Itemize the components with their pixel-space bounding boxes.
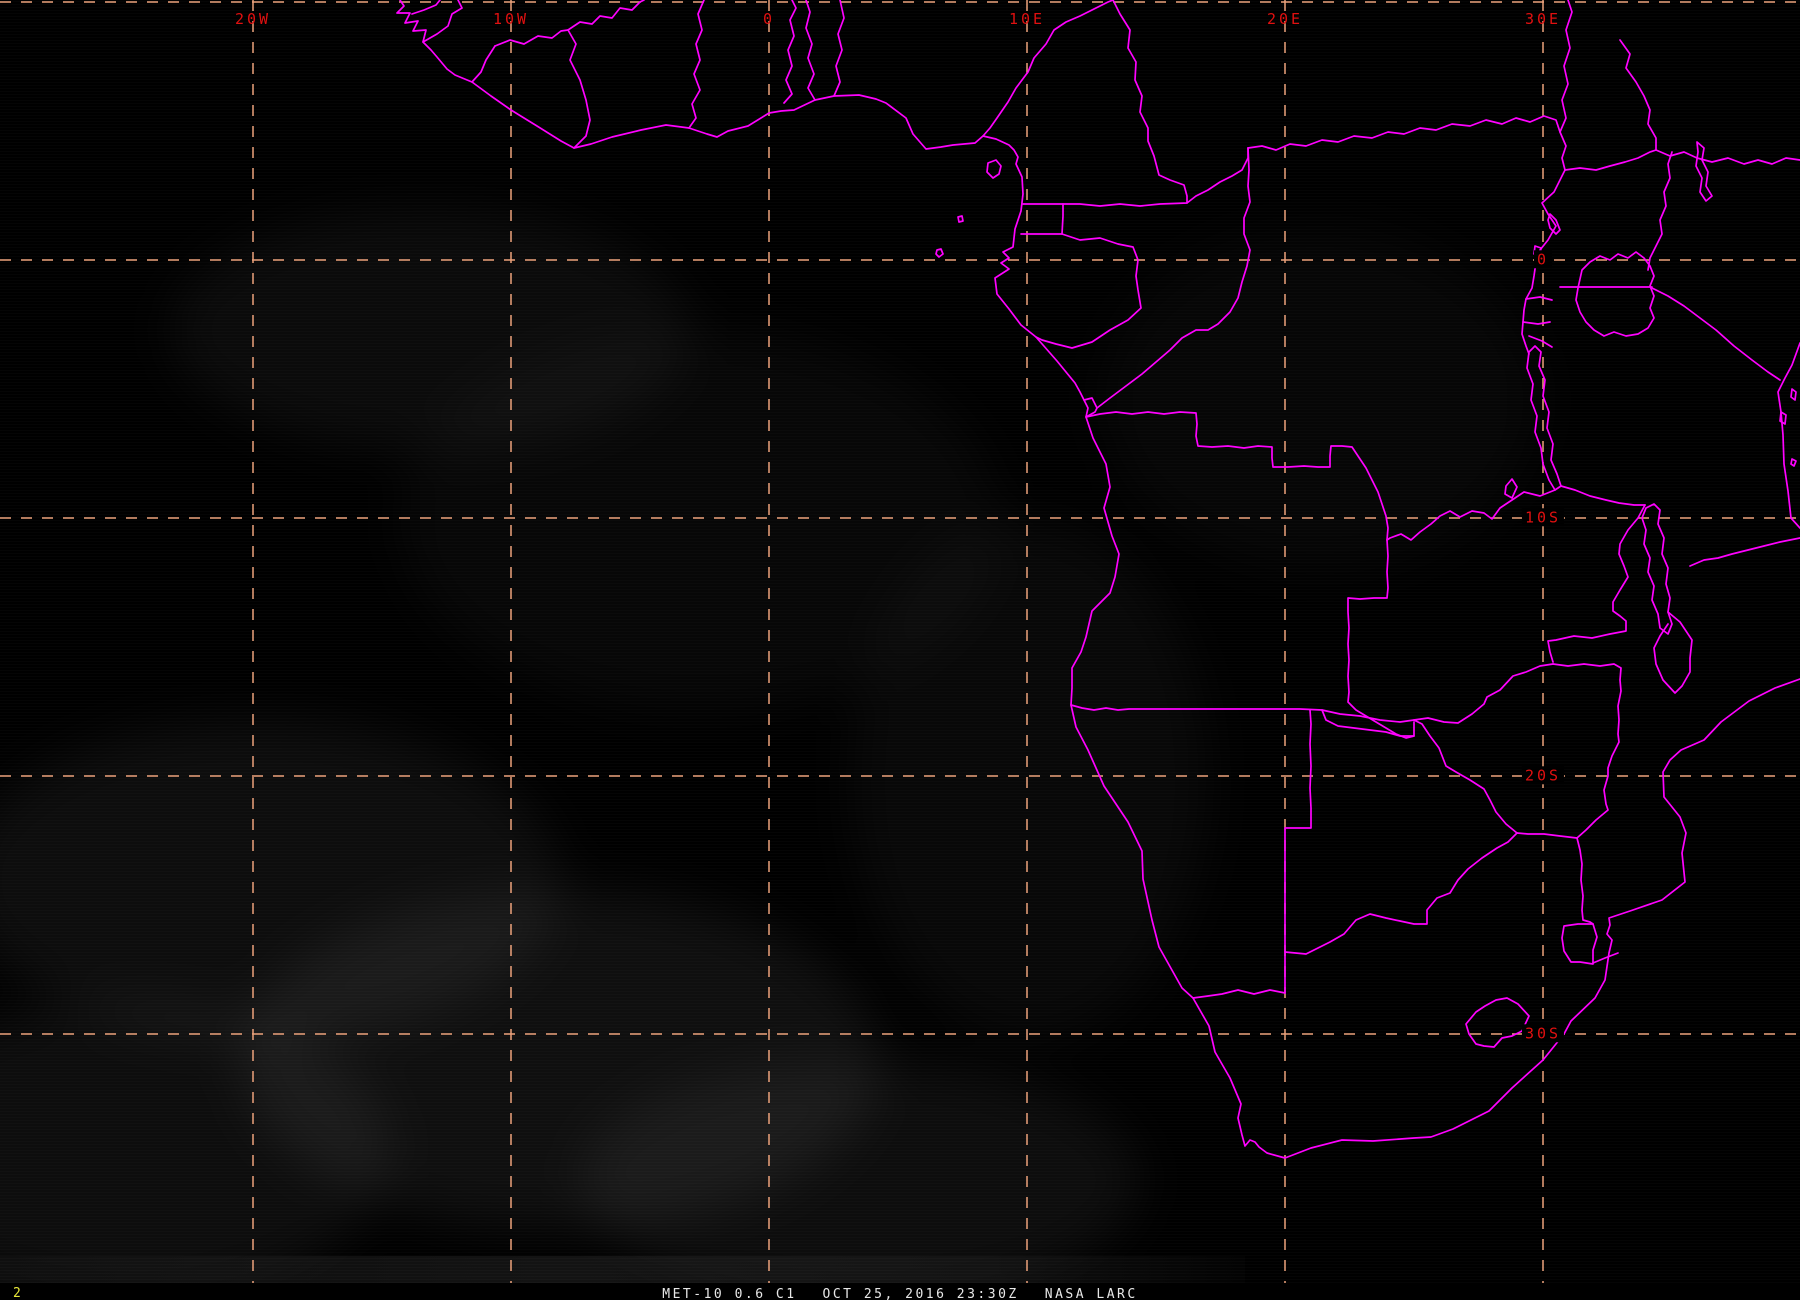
satellite-image-viewport: 20W 10W 0 10E 20E 30E 0 10S 20S 30S MET-10 0.6 C1… xyxy=(0,0,1800,1300)
longitude-label-10E: 10E xyxy=(1008,10,1046,28)
latitude-label-20S: 20S xyxy=(1521,766,1565,785)
longitude-label-20E: 20E xyxy=(1266,10,1304,28)
longitude-label-20W: 20W xyxy=(234,10,272,28)
longitude-label-30E: 30E xyxy=(1524,10,1562,28)
sensor-scanline-texture xyxy=(0,0,1800,1283)
caption-text: MET-10 0.6 C1 OCT 25, 2016 23:30Z NASA LAR… xyxy=(662,1287,1137,1300)
longitude-label-10W: 10W xyxy=(492,10,530,28)
frame-number: 2 xyxy=(13,1286,21,1300)
longitude-label-0: 0 xyxy=(762,10,776,28)
caption-satellite: MET-10 0.6 C1 xyxy=(662,1287,797,1300)
latitude-label-30S: 30S xyxy=(1521,1024,1565,1043)
caption-datetime: OCT 25, 2016 23:30Z xyxy=(822,1287,1019,1300)
latitude-label-0: 0 xyxy=(1533,250,1553,269)
caption-credit: NASA LARC xyxy=(1044,1287,1138,1300)
latitude-label-10S: 10S xyxy=(1521,508,1565,527)
caption-bar: MET-10 0.6 C1 OCT 25, 2016 23:30Z NASA LAR… xyxy=(0,1283,1800,1300)
